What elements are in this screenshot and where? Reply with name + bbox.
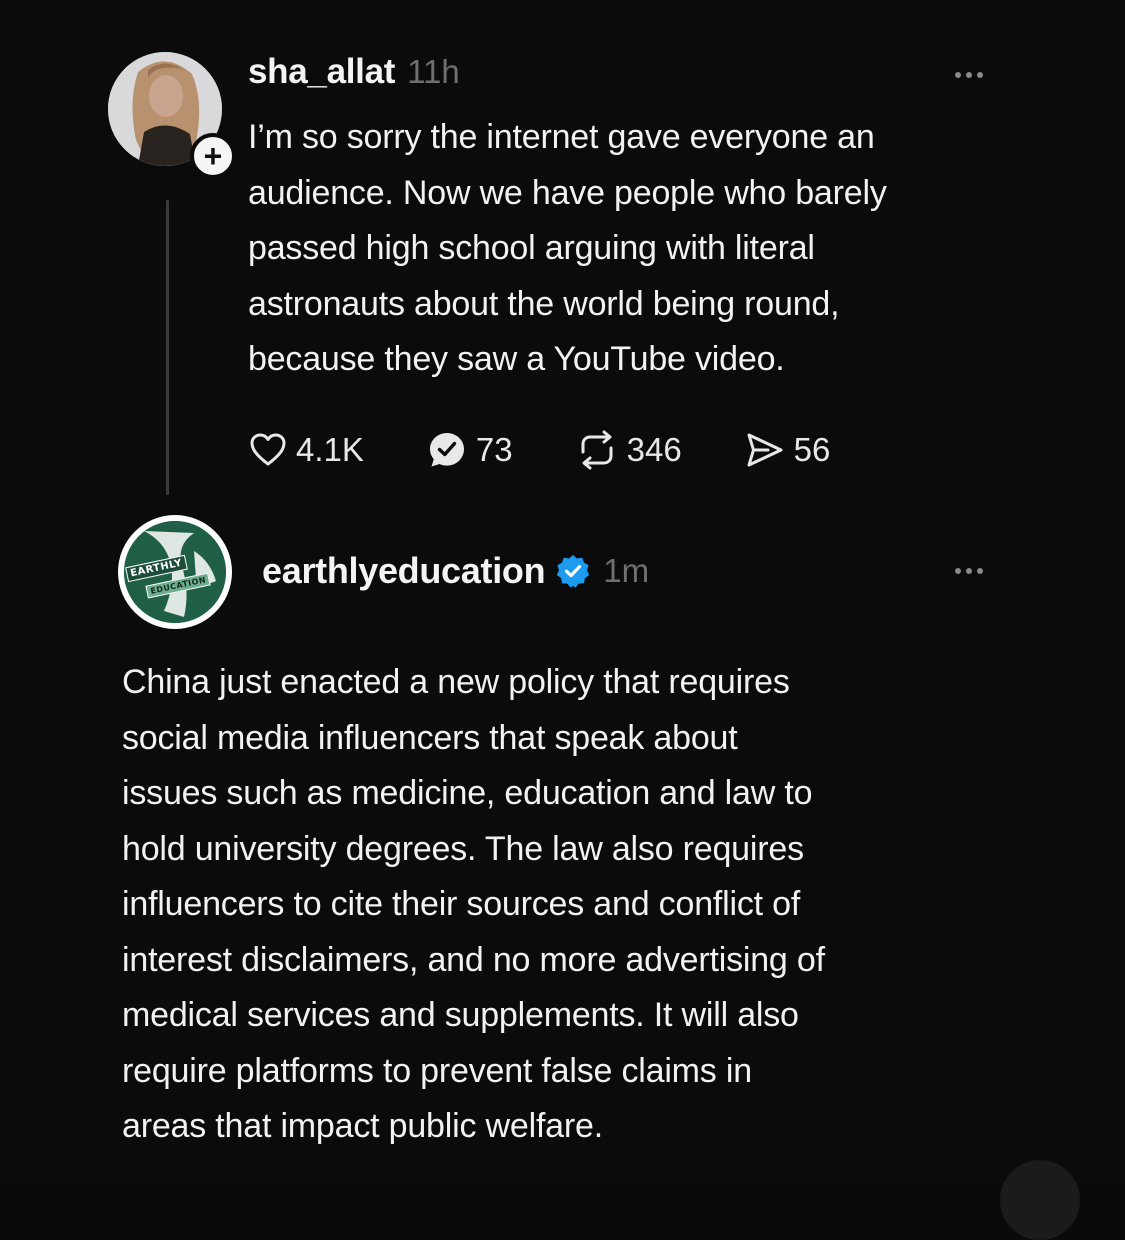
comment-check-icon xyxy=(429,433,464,467)
timestamp: 11h xyxy=(407,53,460,90)
send-icon xyxy=(747,433,783,467)
heart-icon xyxy=(250,433,286,466)
feed-screen: + sha_allat 11h I’m so sorry the interne… xyxy=(0,0,1125,1240)
verified-badge-icon xyxy=(555,553,591,589)
post-header: earthlyeducation 1m xyxy=(262,546,649,596)
repost-count: 346 xyxy=(626,431,682,468)
username[interactable]: sha_allat xyxy=(248,52,395,92)
reply-count: 73 xyxy=(475,431,513,468)
like-count: 4.1K xyxy=(296,431,364,468)
follow-button[interactable]: + xyxy=(190,133,236,179)
avatar[interactable]: EARTHLY EDUCATION xyxy=(118,515,232,629)
post-sha-allat: + sha_allat 11h I’m so sorry the interne… xyxy=(0,0,1125,500)
username[interactable]: earthlyeducation xyxy=(262,550,546,592)
post-body: I’m so sorry the internet gave everyone … xyxy=(248,118,887,378)
share-count: 56 xyxy=(793,431,831,468)
repost-button[interactable]: 346 xyxy=(575,430,682,470)
more-options-icon[interactable] xyxy=(955,568,983,574)
share-button[interactable]: 56 xyxy=(744,430,831,470)
more-options-icon[interactable] xyxy=(955,72,983,78)
post-header: sha_allat 11h xyxy=(248,52,460,100)
reply-button[interactable]: 73 xyxy=(426,429,513,471)
post-body: China just enacted a new policy that req… xyxy=(122,663,825,1145)
action-bar: 4.1K 73 346 56 xyxy=(248,420,892,480)
like-button[interactable]: 4.1K xyxy=(248,430,364,470)
repost-icon xyxy=(581,430,613,470)
thread-line xyxy=(166,200,169,495)
floating-button-edge xyxy=(1000,1160,1080,1240)
avatar-logo: EARTHLY EDUCATION xyxy=(124,521,226,623)
timestamp: 1m xyxy=(603,552,650,589)
